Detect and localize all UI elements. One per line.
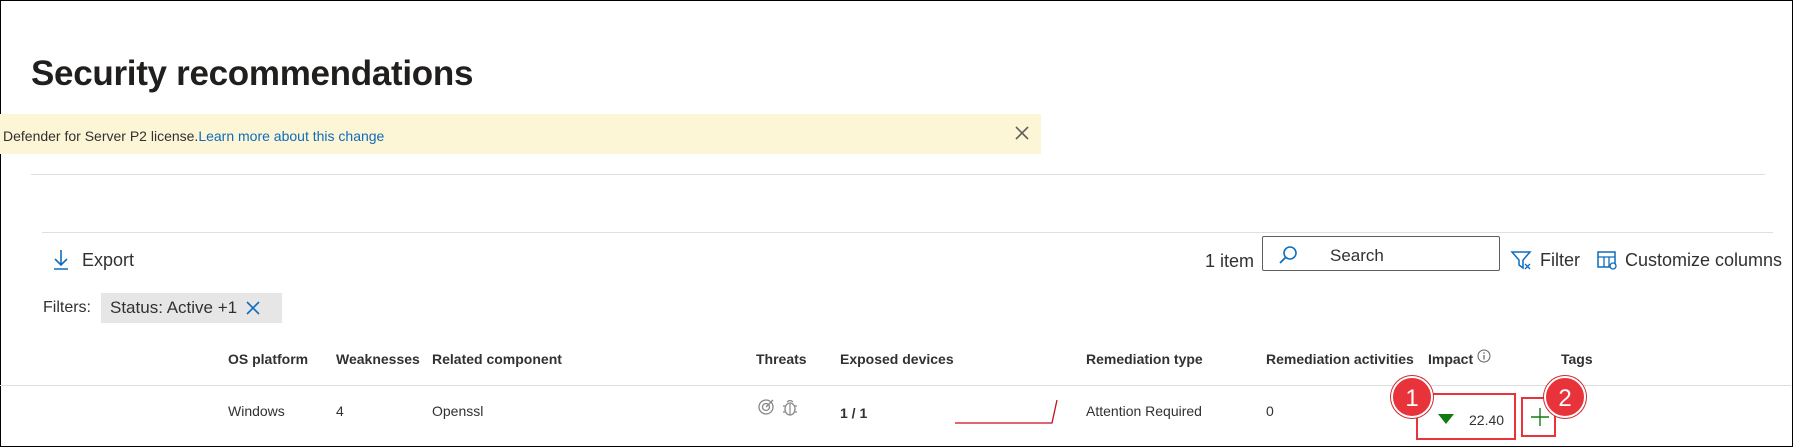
remediation-type-cell: Attention Required — [1086, 403, 1202, 419]
column-header-remediation-type[interactable]: Remediation type — [1086, 351, 1203, 367]
filter-chip-label: Status: Active +1 — [110, 298, 238, 317]
export-label[interactable]: Export — [82, 250, 134, 271]
callout-badge-1: 1 — [1391, 376, 1433, 418]
column-header-remediation-activities[interactable]: Remediation activities — [1266, 351, 1414, 367]
search-placeholder[interactable]: Search — [1330, 246, 1384, 266]
os-platform-cell: Windows — [228, 403, 285, 419]
learn-more-link[interactable]: Learn more about this change — [198, 128, 384, 144]
item-count: 1 item — [1205, 251, 1255, 271]
table-header-divider — [0, 385, 1791, 386]
customize-columns-button[interactable]: Customize columns — [1625, 250, 1782, 271]
info-icon[interactable] — [1477, 349, 1491, 363]
close-icon[interactable] — [1013, 124, 1031, 142]
column-header-exposed-devices[interactable]: Exposed devices — [840, 351, 954, 367]
filter-icon[interactable] — [1510, 249, 1532, 271]
column-header-tags[interactable]: Tags — [1561, 351, 1593, 367]
search-icon — [1279, 246, 1297, 264]
filter-button[interactable]: Filter — [1540, 250, 1580, 271]
column-header-impact[interactable]: Impact — [1428, 351, 1473, 367]
exposure-trend-sparkline — [955, 399, 1058, 424]
filters-label: Filters: — [43, 299, 91, 316]
divider — [31, 174, 1765, 175]
column-header-weaknesses[interactable]: Weaknesses — [336, 351, 420, 367]
remove-filter-icon[interactable] — [244, 299, 262, 317]
column-header-os-platform[interactable]: OS platform — [228, 351, 308, 367]
banner-message: Defender for Server P2 license.Learn mor… — [3, 128, 384, 144]
banner-text: Defender for Server P2 license. — [3, 128, 199, 144]
export-button[interactable] — [52, 247, 70, 271]
column-header-threats[interactable]: Threats — [756, 351, 807, 367]
related-component-cell: Openssl — [432, 403, 484, 419]
exploit-target-icon — [758, 399, 774, 415]
remediation-activities-cell: 0 — [1266, 403, 1274, 419]
page-title: Security recommendations — [31, 54, 474, 93]
callout-badge-2: 2 — [1544, 376, 1586, 418]
download-icon — [54, 250, 68, 270]
bug-icon — [783, 399, 797, 416]
weaknesses-cell: 4 — [336, 403, 344, 419]
customize-columns-icon[interactable] — [1596, 249, 1618, 271]
exposed-devices-cell: 1 / 1 — [840, 405, 868, 421]
divider — [42, 232, 1773, 233]
column-header-related-component[interactable]: Related component — [432, 351, 562, 367]
